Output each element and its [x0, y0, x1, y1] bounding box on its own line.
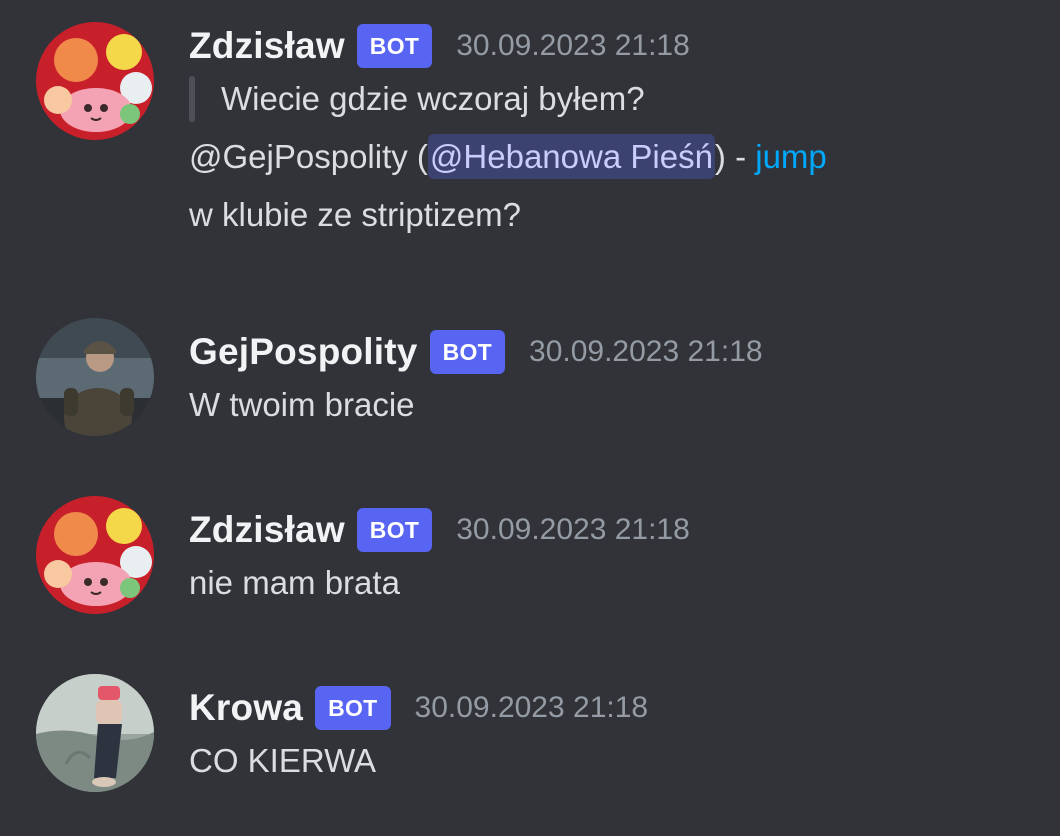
username[interactable]: Krowa: [189, 687, 303, 729]
bot-badge: BOT: [356, 24, 433, 68]
plush-toys-icon: [36, 22, 154, 140]
reply-separator: ) -: [714, 138, 756, 175]
message-content: Krowa BOT 30.09.2023 21:18 CO KIERWA: [189, 674, 1040, 790]
timestamp: 30.09.2023 21:18: [414, 691, 649, 724]
timestamp: 30.09.2023 21:18: [456, 513, 690, 546]
person-by-water-icon: [36, 674, 154, 792]
plush-toys-icon: [36, 496, 154, 614]
message-text: nie mam brata: [189, 564, 400, 601]
user-avatar[interactable]: [36, 674, 154, 792]
username[interactable]: Zdzisław: [189, 509, 345, 551]
jump-link[interactable]: jump: [755, 138, 827, 175]
timestamp: 30.09.2023 21:18: [529, 335, 763, 368]
quote-bar: [189, 76, 195, 122]
bot-badge: BOT: [356, 508, 433, 552]
user-avatar[interactable]: [36, 22, 154, 140]
message-text: w klubie ze striptizem?: [189, 196, 521, 233]
message-header: Zdzisław BOT 30.09.2023 21:18: [189, 506, 1040, 554]
bot-badge: BOT: [429, 330, 506, 374]
username[interactable]: GejPospolity: [189, 331, 418, 373]
message-content: GejPospolity BOT 30.09.2023 21:18 W twoi…: [189, 318, 1040, 434]
user-avatar[interactable]: [36, 318, 154, 436]
message-content: Zdzisław BOT 30.09.2023 21:18 Wiecie gdz…: [189, 22, 1040, 244]
reply-line: @GejPospolity (@Hebanowa Pieśń) - jump: [189, 128, 1040, 186]
quote-block: Wiecie gdzie wczoraj byłem?: [189, 70, 1040, 128]
bot-badge: BOT: [315, 686, 391, 730]
username[interactable]: Zdzisław: [189, 25, 345, 67]
user-mention[interactable]: @Hebanowa Pieśń: [427, 134, 715, 179]
quote-text: Wiecie gdzie wczoraj byłem?: [221, 80, 645, 117]
message-header: Krowa BOT 30.09.2023 21:18: [189, 684, 1040, 732]
user-avatar[interactable]: [36, 496, 154, 614]
message-content: Zdzisław BOT 30.09.2023 21:18 nie mam br…: [189, 496, 1040, 612]
message-header: GejPospolity BOT 30.09.2023 21:18: [189, 328, 1040, 376]
message-header: Zdzisław BOT 30.09.2023 21:18: [189, 22, 1040, 70]
message-text: W twoim bracie: [189, 386, 415, 423]
reply-prefix: @GejPospolity (: [189, 138, 428, 175]
man-in-cap-icon: [36, 318, 154, 436]
timestamp: 30.09.2023 21:18: [456, 29, 690, 62]
message-text: CO KIERWA: [189, 742, 377, 779]
